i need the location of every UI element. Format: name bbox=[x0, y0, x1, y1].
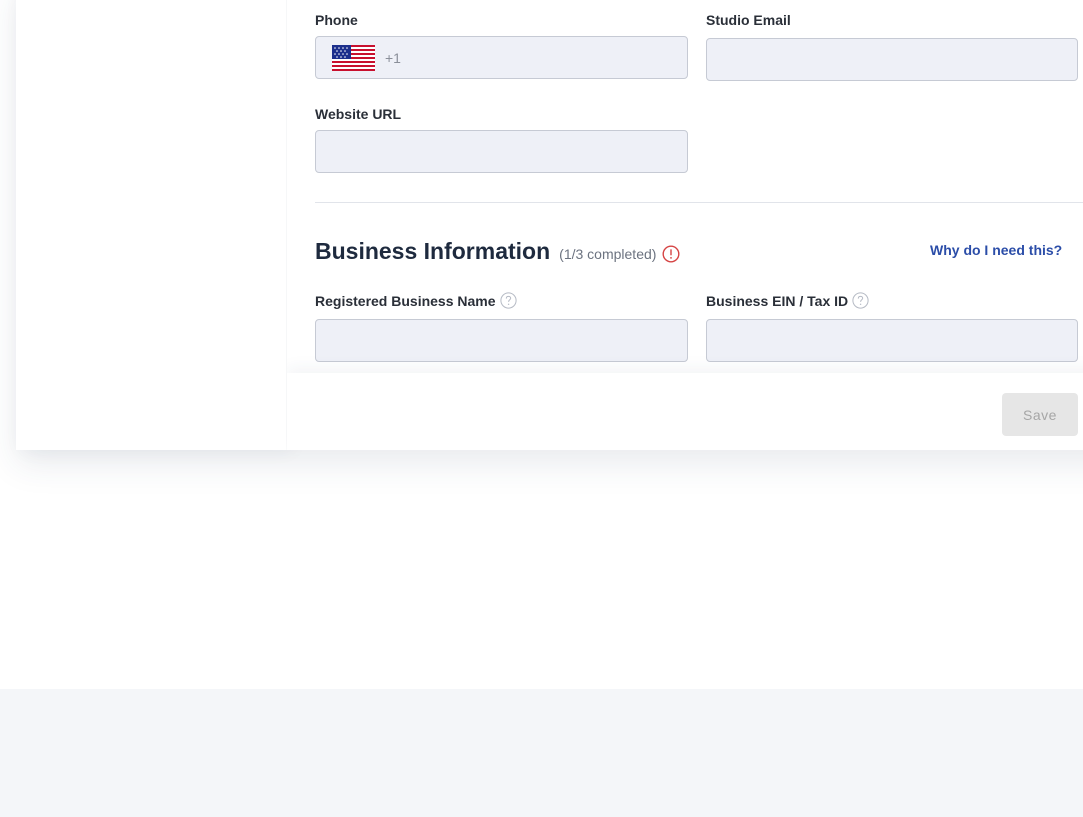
phone-label: Phone bbox=[315, 12, 358, 28]
page-background-band bbox=[0, 689, 1083, 817]
section-divider bbox=[315, 202, 1083, 203]
studio-email-label: Studio Email bbox=[706, 12, 791, 28]
registered-business-name-input[interactable] bbox=[316, 320, 687, 361]
business-ein-field[interactable] bbox=[706, 319, 1078, 362]
website-url-label: Website URL bbox=[315, 106, 402, 122]
business-section-header: Business Information (1/3 completed) bbox=[315, 238, 680, 265]
dial-code: +1 bbox=[385, 49, 401, 66]
registered-business-name-field[interactable] bbox=[315, 319, 688, 362]
phone-field[interactable]: +1 bbox=[315, 36, 688, 79]
alert-circle-icon bbox=[662, 244, 680, 263]
completion-progress: (1/3 completed) bbox=[559, 246, 657, 262]
section-title: Business Information bbox=[315, 238, 551, 264]
question-circle-icon[interactable] bbox=[852, 292, 869, 309]
business-ein-label: Business EIN / Tax ID bbox=[706, 292, 869, 309]
save-button[interactable]: Save bbox=[1002, 393, 1078, 436]
studio-email-field[interactable] bbox=[706, 38, 1078, 81]
website-url-field[interactable] bbox=[315, 130, 688, 173]
business-ein-input[interactable] bbox=[707, 320, 1077, 361]
settings-form: Phone +1 Studio Email Website URL Busine… bbox=[287, 0, 1083, 450]
us-flag-icon[interactable] bbox=[332, 44, 375, 71]
form-footer: Save bbox=[287, 373, 1083, 450]
sidebar-panel bbox=[16, 0, 286, 450]
why-do-i-need-this-link[interactable]: Why do I need this? bbox=[930, 242, 1062, 258]
business-ein-text: Business EIN / Tax ID bbox=[706, 292, 849, 309]
studio-email-input[interactable] bbox=[707, 39, 1077, 80]
website-url-input[interactable] bbox=[316, 131, 687, 172]
registered-business-name-text: Registered Business Name bbox=[315, 292, 496, 309]
registered-business-name-label: Registered Business Name bbox=[315, 292, 517, 309]
question-circle-icon[interactable] bbox=[499, 292, 517, 309]
